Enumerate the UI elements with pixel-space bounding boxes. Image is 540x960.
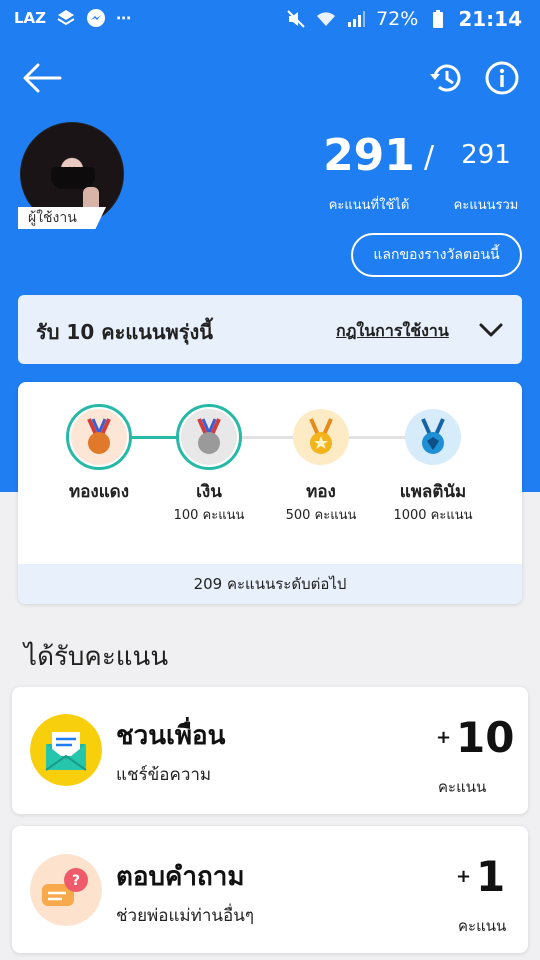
- tier-points-gold: 500 คะแนน: [285, 508, 357, 523]
- svg-text:?: ?: [72, 873, 80, 889]
- bronze-medal-icon: [66, 404, 132, 470]
- tier-card: ทองแดง เงิน ทอง แพลตินัม 100 คะแนน 500 ค…: [18, 382, 522, 604]
- history-icon[interactable]: [428, 60, 464, 96]
- earn-answer-questions[interactable]: ? ตอบคำถาม ช่วยพ่อแม่ท่านอื่นๆ + 1 คะแนน: [12, 826, 528, 953]
- messenger-icon: [87, 9, 106, 27]
- wifi-icon: [317, 12, 336, 26]
- battery-percent: 72%: [376, 8, 419, 30]
- tier-name-gold: ทอง: [306, 482, 336, 502]
- carrier-label: LAZ: [14, 9, 47, 27]
- back-arrow-icon[interactable]: [22, 60, 62, 96]
- earn-item-title: ตอบคำถาม: [116, 862, 245, 892]
- earn-item-title: ชวนเพื่อน: [116, 721, 226, 751]
- battery-icon: [433, 10, 444, 28]
- tier-name-platinum: แพลตินัม: [399, 482, 467, 502]
- total-points: 291: [461, 140, 511, 170]
- next-level-text: 209 คะแนนระดับต่อไป: [18, 564, 522, 604]
- earn-item-unit: คะแนน: [458, 917, 507, 935]
- username-label: ผู้ใช้งาน: [18, 207, 106, 229]
- more-notifications-icon: ⋯: [116, 9, 132, 27]
- earn-item-points: 1: [476, 852, 506, 901]
- gold-medal-icon: [288, 404, 354, 470]
- usable-points-label: คะแนนที่ใช้ได้: [328, 198, 410, 213]
- status-bar: LAZ ⋯ 72% 21:14: [0, 0, 540, 38]
- tier-points-platinum: 1000 คะแนน: [393, 508, 473, 523]
- tier-name-bronze: ทองแดง: [68, 482, 129, 502]
- redeem-button[interactable]: แลกของรางวัลตอนนี้: [351, 233, 522, 277]
- earn-item-plus: +: [436, 727, 452, 748]
- earn-item-plus: +: [456, 866, 472, 887]
- chevron-down-icon[interactable]: [478, 317, 504, 343]
- section-title: ได้รับคะแนน: [24, 642, 169, 672]
- signal-icon: [348, 11, 366, 27]
- info-icon[interactable]: [484, 60, 520, 96]
- earn-item-subtitle: ช่วยพ่อแม่ท่านอื่นๆ: [116, 906, 254, 926]
- question-chat-icon: ?: [30, 854, 102, 926]
- envelope-icon: [30, 714, 102, 786]
- earn-item-subtitle: แชร์ข้อความ: [116, 765, 212, 785]
- platinum-medal-icon: [400, 404, 466, 470]
- tomorrow-bonus-bar[interactable]: รับ 10 คะแนนพรุ่งนี้ กฎในการใช้งาน: [18, 295, 522, 364]
- total-points-label: คะแนนรวม: [453, 198, 519, 213]
- tier-name-silver: เงิน: [196, 482, 222, 502]
- mute-icon: [287, 10, 305, 28]
- clock: 21:14: [458, 7, 522, 31]
- usable-points: 291: [323, 130, 415, 181]
- layers-icon: [57, 10, 75, 26]
- silver-medal-icon: [176, 404, 242, 470]
- earn-invite-friends[interactable]: ชวนเพื่อน แชร์ข้อความ + 10 คะแนน: [12, 687, 528, 814]
- points-separator: /: [424, 140, 435, 175]
- earn-item-points: 10: [456, 713, 515, 762]
- earn-item-unit: คะแนน: [438, 778, 487, 796]
- rules-link[interactable]: กฎในการใช้งาน: [336, 319, 449, 344]
- tier-points-silver: 100 คะแนน: [173, 508, 245, 523]
- tomorrow-bonus-title: รับ 10 คะแนนพรุ่งนี้: [36, 320, 213, 344]
